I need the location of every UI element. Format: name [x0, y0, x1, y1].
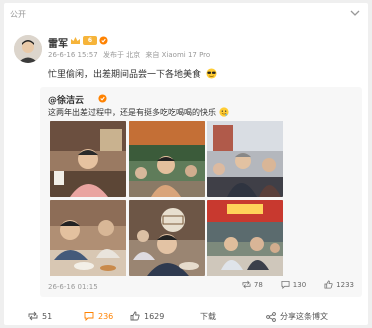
- post-text: 忙里偷闲，出差期间品尝一下各地美食: [48, 67, 217, 80]
- comment-icon: [281, 280, 290, 289]
- original-actions: 78 130 1233: [242, 280, 354, 289]
- photo-3[interactable]: [207, 121, 283, 197]
- vip-level-badge: 6: [83, 36, 97, 45]
- repost-icon: [28, 311, 38, 321]
- photo-5[interactable]: [128, 199, 205, 276]
- download-button[interactable]: 下载: [200, 311, 216, 322]
- original-comment-button[interactable]: 130: [281, 280, 306, 289]
- thumbs-up-icon: [130, 311, 140, 321]
- drooling-emoji-icon: [218, 107, 229, 117]
- share-post-button[interactable]: 分享这条博文: [266, 311, 328, 322]
- photo-2[interactable]: [128, 121, 205, 197]
- post-timestamp[interactable]: 26-6-16 15:57: [48, 51, 98, 59]
- photo-4[interactable]: [50, 199, 126, 276]
- repost-icon: [242, 280, 251, 289]
- original-share-count: 78: [253, 280, 263, 289]
- post-source: 来自 Xiaomi 17 Pro: [145, 51, 211, 59]
- original-body: 这两年出差过程中，还是有挺多吃吃喝喝的快乐: [48, 108, 216, 117]
- share-button[interactable]: 51: [28, 311, 52, 321]
- photo-6[interactable]: [207, 199, 283, 276]
- share-count: 51: [42, 311, 53, 321]
- comment-icon: [84, 312, 94, 321]
- download-label: 下载: [200, 312, 216, 321]
- thumbs-up-icon: [324, 280, 333, 289]
- like-button[interactable]: 1629: [130, 311, 164, 321]
- post-action-bar: 51 236 1629 下载 分享这条博文: [4, 305, 368, 325]
- vip-level: 6: [87, 36, 93, 44]
- post-meta: 26-6-16 15:57 发布于 北京 来自 Xiaomi 17 Pro: [48, 50, 213, 60]
- sunglasses-emoji-icon: [206, 68, 217, 79]
- comment-button[interactable]: 236: [84, 311, 113, 321]
- verified-icon: [98, 94, 107, 103]
- share-icon: [266, 311, 276, 322]
- post-location: 发布于 北京: [102, 51, 141, 59]
- crown-icon: [71, 36, 80, 44]
- visibility-label: 公开: [10, 10, 26, 19]
- avatar[interactable]: [14, 35, 42, 63]
- original-author[interactable]: @徐洁云: [48, 93, 84, 106]
- author-badges: 6: [70, 35, 108, 46]
- original-text: 这两年出差过程中，还是有挺多吃吃喝喝的快乐: [48, 107, 229, 118]
- post-body: 忙里偷闲，出差期间品尝一下各地美食: [48, 70, 202, 80]
- verified-icon: [99, 36, 108, 45]
- author-name[interactable]: 雷军: [48, 35, 68, 50]
- original-share-button[interactable]: 78: [242, 280, 263, 289]
- weibo-post-card: 公开 雷军 6 26-6-16 15:57 发布于 北京 来自 Xiaomi 1…: [4, 3, 368, 325]
- photo-1[interactable]: [50, 121, 126, 197]
- original-like-button[interactable]: 1233: [324, 280, 354, 289]
- original-comment-count: 130: [292, 280, 307, 289]
- like-count: 1629: [144, 311, 165, 321]
- comment-count: 236: [98, 311, 114, 321]
- share-post-label: 分享这条博文: [280, 312, 328, 321]
- reposted-content[interactable]: @徐洁云 这两年出差过程中，还是有挺多吃吃喝喝的快乐 26-6-16 01:15…: [40, 87, 362, 297]
- original-date: 26-6-16 01:15: [48, 283, 98, 291]
- chevron-down-icon[interactable]: [350, 9, 360, 17]
- original-like-count: 1233: [336, 280, 354, 289]
- photo-grid: [50, 121, 283, 276]
- post-topbar: 公开: [4, 3, 368, 23]
